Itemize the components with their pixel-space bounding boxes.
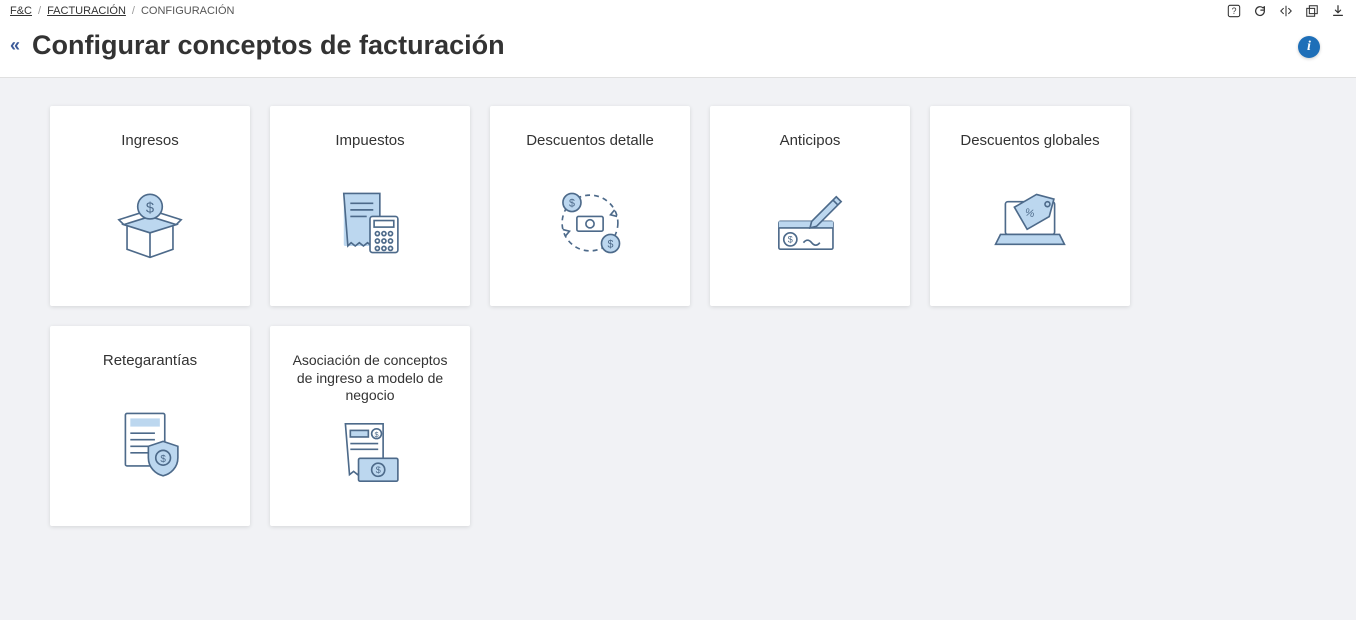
breadcrumb-level1[interactable]: FACTURACIÓN xyxy=(47,5,126,17)
receipt-calc-icon xyxy=(329,166,411,280)
breadcrumb: F&C / FACTURACIÓN / CONFIGURACIÓN xyxy=(10,5,234,17)
card-title: Descuentos globales xyxy=(960,132,1099,152)
svg-text:$: $ xyxy=(608,239,614,251)
breadcrumb-root[interactable]: F&C xyxy=(10,5,32,17)
card-descuentos-globales[interactable]: Descuentos globales % xyxy=(930,106,1130,306)
content: Ingresos $ Impuestos xyxy=(0,78,1356,554)
help-icon[interactable]: ? xyxy=(1226,3,1242,19)
card-title: Retegarantías xyxy=(103,352,197,372)
top-actions: ? xyxy=(1226,3,1346,19)
breadcrumb-separator: / xyxy=(38,5,41,17)
cash-cycle-icon: $ $ xyxy=(549,166,631,280)
svg-text:$: $ xyxy=(375,430,379,439)
split-icon[interactable] xyxy=(1278,3,1294,19)
card-descuentos-detalle[interactable]: Descuentos detalle $ $ xyxy=(490,106,690,306)
card-asociacion-conceptos[interactable]: Asociación de conceptos de ingreso a mod… xyxy=(270,326,470,526)
doc-shield-icon: $ xyxy=(109,386,191,500)
new-window-icon[interactable] xyxy=(1304,3,1320,19)
svg-text:$: $ xyxy=(160,454,166,465)
svg-text:?: ? xyxy=(1232,6,1237,16)
cards-grid: Ingresos $ Impuestos xyxy=(50,106,1306,526)
info-badge-icon[interactable]: i xyxy=(1298,36,1320,58)
laptop-tag-icon: % xyxy=(989,166,1071,280)
card-title: Asociación de conceptos de ingreso a mod… xyxy=(290,352,450,406)
page-title: Configurar conceptos de facturación xyxy=(32,30,505,61)
top-bar: F&C / FACTURACIÓN / CONFIGURACIÓN ? xyxy=(0,0,1356,22)
collapse-icon[interactable]: « xyxy=(10,35,20,56)
download-icon[interactable] xyxy=(1330,3,1346,19)
breadcrumb-separator: / xyxy=(132,5,135,17)
card-title: Anticipos xyxy=(780,132,841,152)
card-impuestos[interactable]: Impuestos xyxy=(270,106,470,306)
card-title: Impuestos xyxy=(335,132,404,152)
header-section: « Configurar conceptos de facturación i xyxy=(0,22,1356,78)
svg-text:$: $ xyxy=(569,198,575,210)
card-anticipos[interactable]: Anticipos $ xyxy=(710,106,910,306)
box-money-icon: $ xyxy=(109,166,191,280)
invoice-cash-icon: $ $ xyxy=(329,410,411,500)
card-title: Descuentos detalle xyxy=(526,132,654,152)
card-retegarantias[interactable]: Retegarantías $ xyxy=(50,326,250,526)
check-sign-icon: $ xyxy=(769,166,851,280)
card-title: Ingresos xyxy=(121,132,179,152)
svg-text:$: $ xyxy=(376,465,381,475)
svg-text:$: $ xyxy=(146,200,154,216)
breadcrumb-current: CONFIGURACIÓN xyxy=(141,5,235,17)
svg-text:$: $ xyxy=(788,235,793,245)
card-ingresos[interactable]: Ingresos $ xyxy=(50,106,250,306)
refresh-icon[interactable] xyxy=(1252,3,1268,19)
